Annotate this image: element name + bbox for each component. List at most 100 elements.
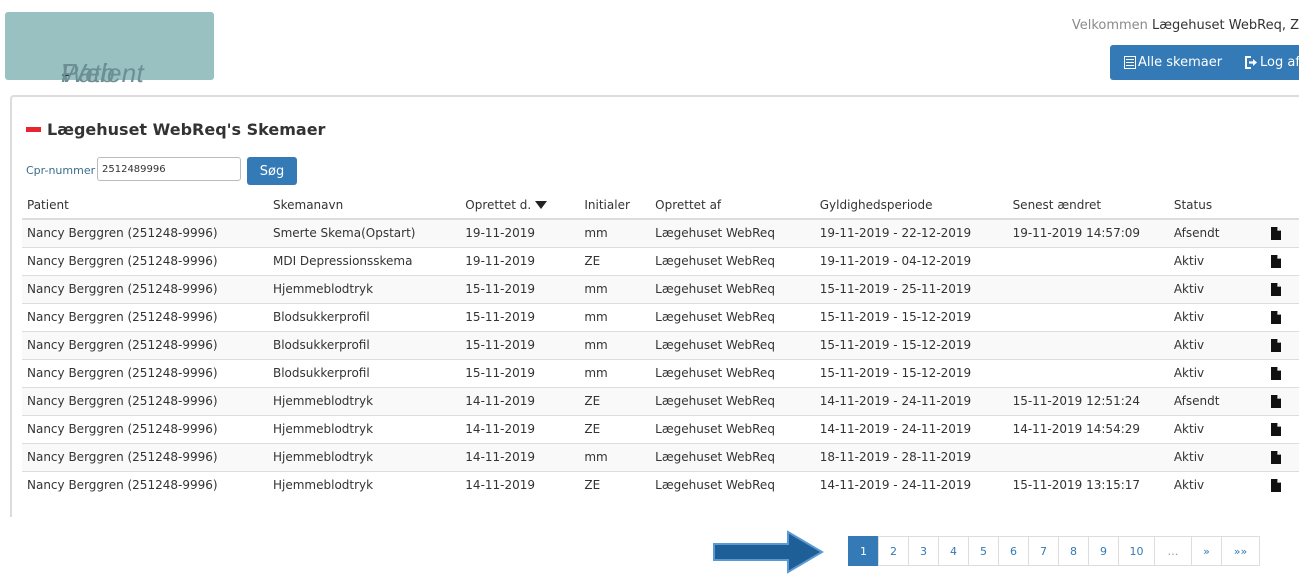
forms-table: Patient Skemanavn Oprettet d. Initialer … xyxy=(22,191,1299,499)
file-icon[interactable] xyxy=(1271,310,1281,324)
file-icon[interactable] xyxy=(1271,226,1281,240)
collapse-icon[interactable] xyxy=(26,127,41,132)
cell-status: Aktiv xyxy=(1168,442,1250,471)
cell-initials: ZE xyxy=(579,386,651,415)
cell-created-by: Lægehuset WebReq xyxy=(650,330,815,359)
table-row[interactable]: Nancy Berggren (251248-9996) Hjemmeblodtr… xyxy=(22,442,1299,471)
table-row[interactable]: Nancy Berggren (251248-9996) Hjemmeblodtr… xyxy=(22,386,1299,415)
page-6[interactable]: 6 xyxy=(998,536,1029,566)
cell-initials: mm xyxy=(579,442,651,471)
welcome-prefix: Velkommen xyxy=(1071,18,1148,33)
column-header-validity[interactable]: Gyldighedsperiode xyxy=(814,191,1008,220)
search-button[interactable]: Søg xyxy=(247,157,297,185)
cell-created-by: Lægehuset WebReq xyxy=(650,358,815,387)
cpr-label: Cpr-nummer xyxy=(26,164,96,177)
column-header-created[interactable]: Oprettet d. xyxy=(460,191,580,220)
page-8[interactable]: 8 xyxy=(1058,536,1089,566)
cell-initials: ZE xyxy=(579,470,651,499)
column-header-initials[interactable]: Initialer xyxy=(579,191,651,220)
page-10[interactable]: 10 xyxy=(1118,536,1155,566)
cell-actions xyxy=(1250,246,1299,275)
cell-actions xyxy=(1250,414,1299,443)
logo: Web - Patient xyxy=(5,12,214,88)
page-2[interactable]: 2 xyxy=(878,536,909,566)
cell-status: Aktiv xyxy=(1168,302,1250,331)
page-ellipsis: … xyxy=(1154,536,1192,566)
file-icon[interactable] xyxy=(1271,450,1281,464)
table-row[interactable]: Nancy Berggren (251248-9996) Blodsukkerpr… xyxy=(22,302,1299,331)
column-header-created-by[interactable]: Oprettet af xyxy=(650,191,815,220)
page-4[interactable]: 4 xyxy=(938,536,969,566)
cell-status: Afsendt xyxy=(1168,218,1250,247)
cell-initials: ZE xyxy=(579,414,651,443)
cell-last-changed xyxy=(1007,302,1169,331)
column-header-patient[interactable]: Patient xyxy=(22,191,268,220)
welcome-user: Lægehuset WebReq, Z xyxy=(1152,18,1299,33)
page-9[interactable]: 9 xyxy=(1088,536,1119,566)
cell-actions xyxy=(1250,442,1299,471)
cell-last-changed xyxy=(1007,330,1169,359)
table-row[interactable]: Nancy Berggren (251248-9996) Blodsukkerpr… xyxy=(22,330,1299,359)
cell-form-name: Hjemmeblodtryk xyxy=(267,470,461,499)
cell-initials: mm xyxy=(579,330,651,359)
cell-actions xyxy=(1250,218,1299,247)
sort-desc-icon xyxy=(535,201,548,209)
table-row[interactable]: Nancy Berggren (251248-9996) Smerte Skema… xyxy=(22,218,1299,247)
table-row[interactable]: Nancy Berggren (251248-9996) Hjemmeblodtr… xyxy=(22,470,1299,499)
cell-created-by: Lægehuset WebReq xyxy=(650,386,815,415)
cell-last-changed: 19-11-2019 14:57:09 xyxy=(1007,218,1169,247)
column-header-form-name[interactable]: Skemanavn xyxy=(267,191,461,220)
file-icon[interactable] xyxy=(1271,394,1281,408)
cell-form-name: Blodsukkerprofil xyxy=(267,302,461,331)
page-7[interactable]: 7 xyxy=(1028,536,1059,566)
cell-actions xyxy=(1250,358,1299,387)
cell-created: 19-11-2019 xyxy=(460,218,580,247)
cell-created-by: Lægehuset WebReq xyxy=(650,246,815,275)
column-header-status[interactable]: Status xyxy=(1168,191,1250,220)
cell-created: 14-11-2019 xyxy=(460,414,580,443)
file-icon[interactable] xyxy=(1271,422,1281,436)
cell-last-changed xyxy=(1007,358,1169,387)
file-icon[interactable] xyxy=(1271,366,1281,380)
file-icon[interactable] xyxy=(1271,338,1281,352)
logout-button[interactable]: Log af xyxy=(1245,55,1299,70)
cell-patient: Nancy Berggren (251248-9996) xyxy=(22,330,268,359)
cell-created: 14-11-2019 xyxy=(460,442,580,471)
all-forms-button[interactable]: Alle skemaer xyxy=(1124,55,1222,70)
page-next-button[interactable]: » xyxy=(1191,536,1222,566)
cell-patient: Nancy Berggren (251248-9996) xyxy=(22,414,268,443)
table-row[interactable]: Nancy Berggren (251248-9996) Hjemmeblodtr… xyxy=(22,414,1299,443)
cell-validity: 15-11-2019 - 15-12-2019 xyxy=(814,330,1008,359)
all-forms-label: Alle skemaer xyxy=(1138,55,1223,70)
cell-initials: mm xyxy=(579,274,651,303)
page-5[interactable]: 5 xyxy=(968,536,999,566)
cell-created-by: Lægehuset WebReq xyxy=(650,218,815,247)
table-row[interactable]: Nancy Berggren (251248-9996) MDI Depressi… xyxy=(22,246,1299,275)
page-last-button[interactable]: »» xyxy=(1221,536,1260,566)
cell-status: Aktiv xyxy=(1168,246,1250,275)
arrow-right-icon xyxy=(713,530,824,574)
file-icon[interactable] xyxy=(1271,478,1281,492)
cell-validity: 18-11-2019 - 28-11-2019 xyxy=(814,442,1008,471)
column-header-last-changed[interactable]: Senest ændret xyxy=(1007,191,1169,220)
page-1[interactable]: 1 xyxy=(848,536,879,566)
cell-status: Aktiv xyxy=(1168,470,1250,499)
logout-icon xyxy=(1245,56,1257,69)
cpr-input[interactable] xyxy=(97,157,241,181)
table-row[interactable]: Nancy Berggren (251248-9996) Blodsukkerpr… xyxy=(22,358,1299,387)
welcome-message: Velkommen Lægehuset WebReq, Z xyxy=(1072,18,1299,33)
cell-last-changed: 15-11-2019 12:51:24 xyxy=(1007,386,1169,415)
cell-patient: Nancy Berggren (251248-9996) xyxy=(22,358,268,387)
list-icon xyxy=(1124,56,1136,69)
file-icon[interactable] xyxy=(1271,282,1281,296)
cell-validity: 19-11-2019 - 22-12-2019 xyxy=(814,218,1008,247)
table-row[interactable]: Nancy Berggren (251248-9996) Hjemmeblodtr… xyxy=(22,274,1299,303)
panel-title: Lægehuset WebReq's Skemaer xyxy=(26,120,325,139)
file-icon[interactable] xyxy=(1271,254,1281,268)
cell-initials: ZE xyxy=(579,246,651,275)
cell-form-name: Smerte Skema(Opstart) xyxy=(267,218,461,247)
column-header-actions xyxy=(1250,191,1299,220)
cell-form-name: Blodsukkerprofil xyxy=(267,358,461,387)
page-3[interactable]: 3 xyxy=(908,536,939,566)
cell-created: 14-11-2019 xyxy=(460,386,580,415)
